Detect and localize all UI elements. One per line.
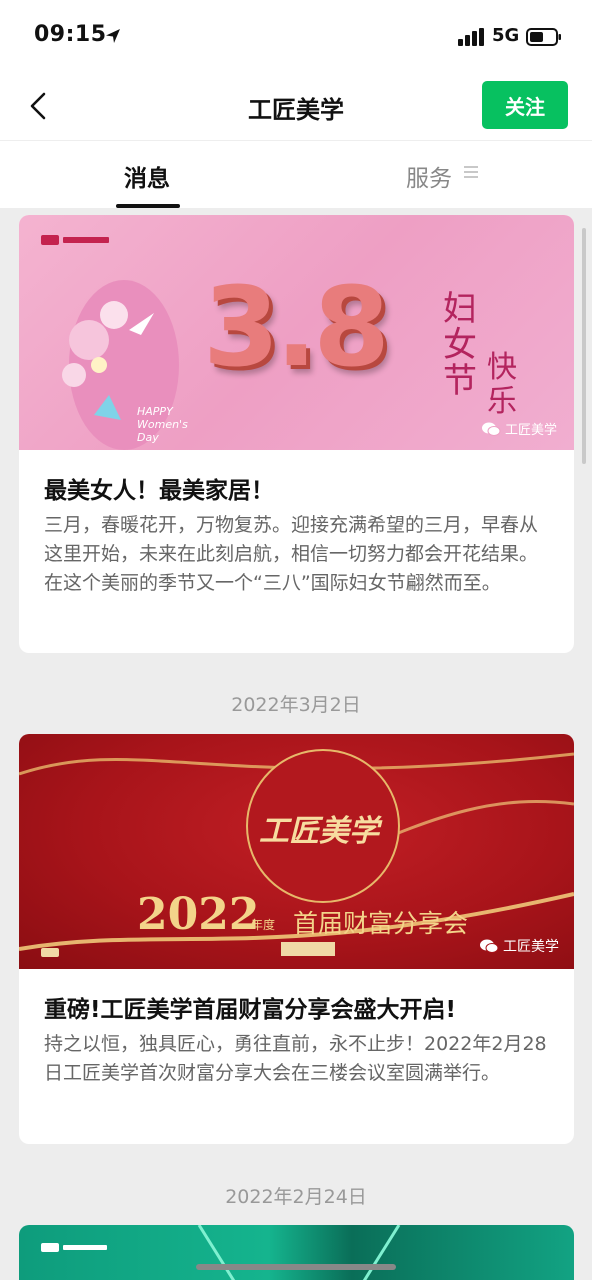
tab-messages[interactable]: 消息 — [124, 159, 170, 193]
network-type: 5G — [492, 25, 520, 46]
article-summary: 持之以恒，独具匠心，勇往直前，永不止步！2022年2月28日工匠美学首次财富分享… — [44, 1033, 547, 1084]
date-label: 2022年2月24日 — [225, 1186, 367, 1208]
article-card[interactable] — [19, 1225, 574, 1280]
battery-icon — [526, 28, 561, 46]
cover-logo-text: 工匠美学 — [259, 814, 379, 849]
cover-english-text: HAPPY Women's Day — [137, 405, 188, 444]
tab-services[interactable]: 服务 — [406, 159, 452, 193]
tab-bar: 消息 服务 — [0, 140, 592, 208]
cover-title-text: 妇女节 — [443, 289, 477, 401]
article-card[interactable]: 工匠美学 2022 年度 首届财富分享会 工匠美学 重磅!工匠美学首届财富分享会… — [19, 734, 574, 1144]
article-cover-image: 3.8 妇女节 快乐 HAPPY Women's Day 工匠美学 — [19, 215, 574, 450]
article-title: 最美女人！最美家居！ — [44, 478, 274, 504]
scrollbar[interactable] — [582, 228, 586, 464]
nav-bar: 工匠美学 关注 — [0, 72, 592, 140]
active-tab-indicator — [116, 204, 180, 208]
cover-watermark: 工匠美学 — [479, 936, 559, 956]
cover-year-suffix: 年度 — [251, 918, 276, 932]
follow-button[interactable]: 关注 — [482, 81, 568, 129]
status-time: 09:15 — [34, 22, 107, 47]
cover-big-number: 3.8 — [203, 263, 390, 391]
article-title: 重磅!工匠美学首届财富分享会盛大开启! — [44, 997, 456, 1023]
status-bar: 09:15 5G — [0, 0, 592, 72]
signal-icon — [458, 28, 484, 46]
article-cover-image — [19, 1225, 574, 1280]
home-indicator — [196, 1264, 396, 1270]
cover-watermark: 工匠美学 — [481, 419, 557, 438]
wechat-icon — [482, 422, 501, 436]
location-arrow-icon — [106, 29, 120, 43]
article-summary: 三月，春暖花开，万物复苏。迎接充满希望的三月，早春从这里开始，未来在此刻启航，相… — [44, 514, 539, 594]
cover-subtitle-text: 快乐 — [487, 350, 517, 419]
cover-year: 2022 — [137, 889, 260, 940]
article-cover-image: 工匠美学 2022 年度 首届财富分享会 工匠美学 — [19, 734, 574, 969]
cover-artwork — [41, 1225, 401, 1280]
date-label: 2022年3月2日 — [231, 694, 361, 716]
cover-event-title: 首届财富分享会 — [293, 909, 469, 938]
menu-icon[interactable] — [464, 165, 478, 179]
article-card[interactable]: 3.8 妇女节 快乐 HAPPY Women's Day 工匠美学 最美女人！最… — [19, 215, 574, 653]
wechat-icon — [480, 939, 499, 953]
